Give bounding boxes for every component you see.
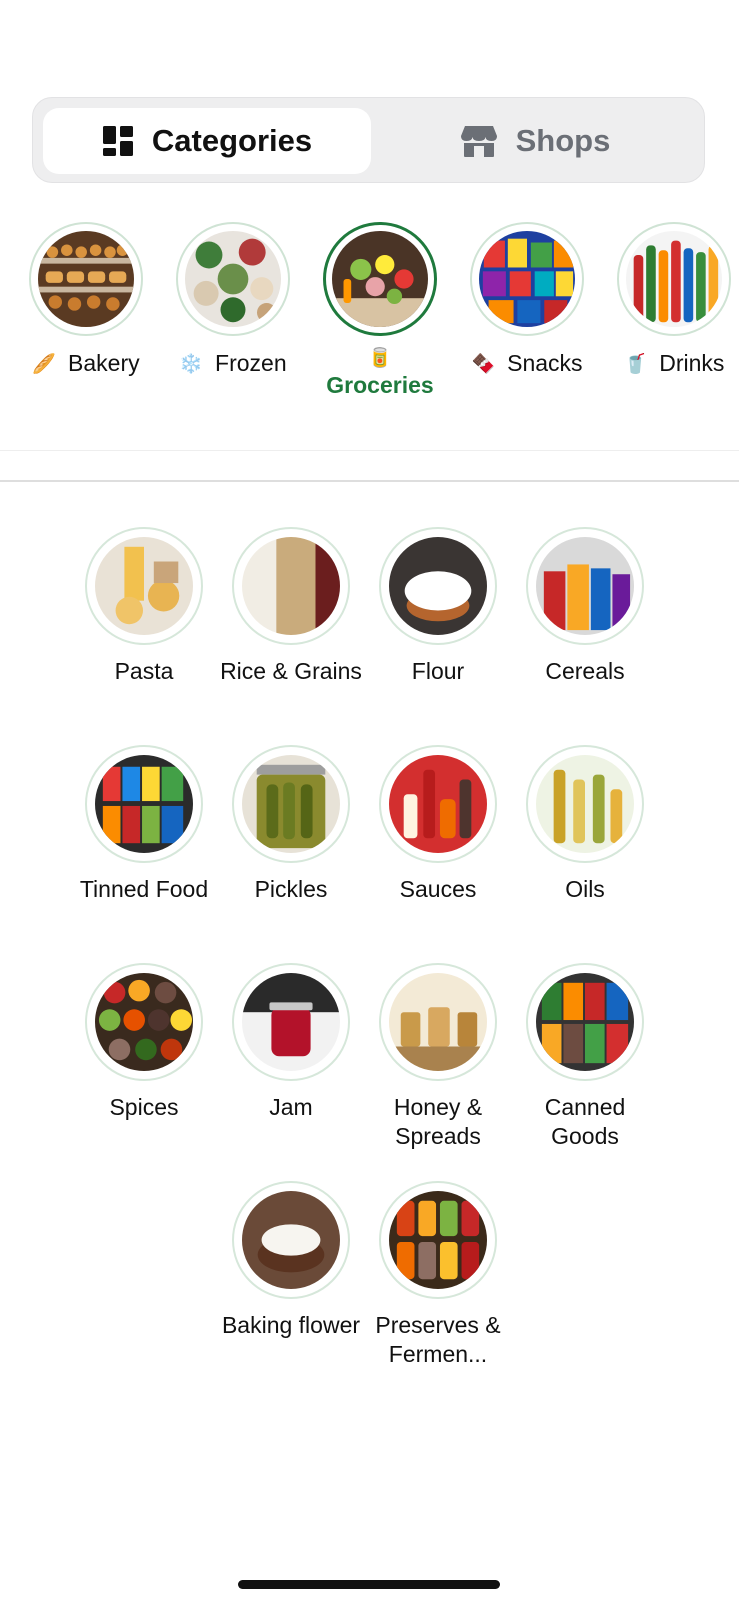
subcategory-image-ring (85, 745, 203, 863)
category-groceries[interactable]: 🥫 Groceries (305, 222, 455, 399)
subcategory-label: Cereals (545, 658, 625, 684)
category-carousel[interactable]: 🥖 Bakery ❄️ Frozen 🥫 Groceries 🍫 Snacks … (0, 222, 739, 412)
subcategory-pickles[interactable]: Pickles (216, 745, 366, 904)
subcategory-image-ring (85, 963, 203, 1081)
drinks-photo (626, 231, 722, 327)
category-image-ring (617, 222, 731, 336)
bakery-photo (38, 231, 134, 327)
divider (0, 480, 739, 482)
subcategory-spices[interactable]: Spices (69, 963, 219, 1122)
frozen-photo (185, 231, 281, 327)
category-image-ring (29, 222, 143, 336)
category-image-ring (176, 222, 290, 336)
subcategory-image-ring (526, 963, 644, 1081)
pasta-photo (95, 537, 193, 635)
sauces-photo (389, 755, 487, 853)
subcategory-sauces[interactable]: Sauces (363, 745, 513, 904)
subcategory-pasta[interactable]: Pasta (69, 527, 219, 686)
subcategory-preserves[interactable]: Preserves & Fermen... (363, 1181, 513, 1369)
subcategory-label: Canned Goods (544, 1094, 626, 1149)
subcategory-label: Preserves & Fermen... (375, 1312, 501, 1367)
flour-photo (389, 537, 487, 635)
subcategory-image-ring (379, 745, 497, 863)
tab-categories-label: Categories (151, 123, 313, 158)
subcategory-honey-spreads[interactable]: Honey & Spreads (363, 963, 513, 1151)
view-toggle: Categories Shops (32, 97, 705, 183)
spices-photo (95, 973, 193, 1071)
subcategory-image-ring (526, 527, 644, 645)
canned-food-icon: 🥫 (368, 348, 392, 369)
rice-grains-photo (242, 537, 340, 635)
baguette-icon: 🥖 (32, 353, 57, 375)
subcategory-label: Rice & Grains (220, 658, 362, 684)
category-label: 🥖 Bakery (32, 350, 140, 376)
category-label: ❄️ Frozen (179, 350, 287, 376)
cup-with-straw-icon: 🥤 (623, 353, 648, 375)
pickles-photo (242, 755, 340, 853)
subcategory-label: Jam (269, 1094, 313, 1120)
subcategory-oils[interactable]: Oils (510, 745, 660, 904)
subcategory-jam[interactable]: Jam (216, 963, 366, 1122)
category-image-ring (470, 222, 584, 336)
subcategory-label: Oils (565, 876, 605, 902)
category-drinks[interactable]: 🥤 Drinks (599, 222, 739, 377)
subcategory-image-ring (232, 527, 350, 645)
category-bakery[interactable]: 🥖 Bakery (11, 222, 161, 377)
storefront-icon (460, 124, 498, 158)
category-label: 🍫 Snacks (471, 350, 583, 376)
subcategory-label: Honey & Spreads (393, 1094, 483, 1149)
subcategory-label: Tinned Food (79, 876, 209, 902)
subcategory-tinned-food[interactable]: Tinned Food (69, 745, 219, 904)
category-snacks[interactable]: 🍫 Snacks (452, 222, 602, 377)
subcategory-label: Baking flower (221, 1312, 361, 1338)
subcategory-label: Sauces (399, 876, 477, 902)
baking-flour-photo (242, 1191, 340, 1289)
subcategory-rice-grains[interactable]: Rice & Grains (216, 527, 366, 686)
subcategory-label: Spices (109, 1094, 179, 1120)
snacks-photo (479, 231, 575, 327)
cereals-photo (536, 537, 634, 635)
subcategory-label: Pickles (254, 876, 328, 902)
category-label: 🥤 Drinks (623, 350, 725, 376)
subcategory-image-ring (232, 1181, 350, 1299)
jam-photo (242, 973, 340, 1071)
oils-photo (536, 755, 634, 853)
subcategory-baking-flower[interactable]: Baking flower (216, 1181, 366, 1340)
divider (0, 450, 739, 451)
subcategory-image-ring (379, 1181, 497, 1299)
tab-shops[interactable]: Shops (371, 108, 699, 174)
subcategory-flour[interactable]: Flour (363, 527, 513, 686)
tab-categories[interactable]: Categories (43, 108, 371, 174)
subcategory-image-ring (85, 527, 203, 645)
grid-dashboard-icon (102, 125, 134, 157)
chocolate-bar-icon: 🍫 (471, 353, 496, 375)
subcategory-canned-goods[interactable]: Canned Goods (510, 963, 660, 1151)
category-frozen[interactable]: ❄️ Frozen (158, 222, 308, 377)
tab-shops-label: Shops (515, 123, 611, 158)
subcategory-label: Flour (411, 658, 465, 684)
snowflake-icon: ❄️ (179, 353, 204, 375)
subcategory-label: Pasta (114, 658, 174, 684)
subcategory-image-ring (379, 527, 497, 645)
subcategory-image-ring (379, 963, 497, 1081)
tinned-food-photo (95, 755, 193, 853)
canned-goods-photo (536, 973, 634, 1071)
home-indicator[interactable] (238, 1580, 500, 1589)
honey-spreads-photo (389, 973, 487, 1071)
subcategory-image-ring (232, 963, 350, 1081)
category-image-ring (323, 222, 437, 336)
subcategory-image-ring (526, 745, 644, 863)
category-label: 🥫 Groceries (326, 348, 434, 398)
subcategory-image-ring (232, 745, 350, 863)
groceries-photo (332, 231, 428, 327)
subcategory-cereals[interactable]: Cereals (510, 527, 660, 686)
preserves-photo (389, 1191, 487, 1289)
